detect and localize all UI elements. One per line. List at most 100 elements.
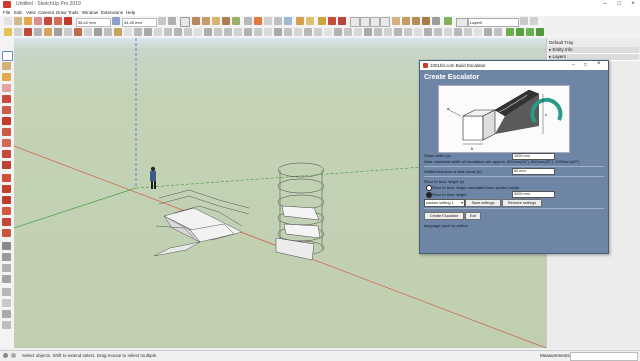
push-pull-icon[interactable]: [112, 17, 120, 25]
ext-tool-icon-40[interactable]: [394, 28, 402, 36]
ext-tool-icon-50[interactable]: [494, 28, 502, 36]
ext-tool-icon-34[interactable]: [334, 28, 342, 36]
ext-tool-icon-18[interactable]: [174, 28, 182, 36]
move-icon[interactable]: [2, 174, 11, 182]
component-icon[interactable]: [2, 62, 11, 70]
front-view-icon[interactable]: [370, 17, 380, 27]
zoom-window-icon[interactable]: [2, 321, 11, 329]
orbit-left-icon[interactable]: [2, 288, 11, 296]
ext-tool-icon-43[interactable]: [424, 28, 432, 36]
select-tool-icon[interactable]: [4, 17, 12, 25]
iso-view-icon[interactable]: [350, 17, 360, 27]
ext-tool-icon-44[interactable]: [434, 28, 442, 36]
orbit-icon[interactable]: [254, 17, 262, 25]
ext-tool-icon-2[interactable]: [14, 28, 22, 36]
menu-extensions[interactable]: Extensions: [101, 9, 123, 16]
freehand-icon[interactable]: [2, 106, 11, 114]
polygon-icon[interactable]: [2, 139, 11, 147]
hidden-line-icon[interactable]: [422, 17, 430, 25]
ext-tool-icon-23[interactable]: [224, 28, 232, 36]
close-button[interactable]: ×: [626, 0, 640, 9]
ext-tool-icon-20[interactable]: [194, 28, 202, 36]
scale-icon[interactable]: [2, 218, 11, 226]
ext-tool-icon-12[interactable]: [114, 28, 122, 36]
minimize-button[interactable]: –: [598, 0, 612, 9]
ext-tool-icon-22[interactable]: [214, 28, 222, 36]
dialog-minimize-button[interactable]: –: [572, 62, 575, 68]
ext-tool-icon-36[interactable]: [354, 28, 362, 36]
help-icon[interactable]: [11, 353, 16, 358]
move-tool-icon[interactable]: [158, 17, 166, 25]
make-component-icon[interactable]: [14, 17, 22, 25]
tape-icon[interactable]: [2, 242, 11, 250]
building-icon[interactable]: [212, 17, 220, 25]
ext-tool-icon-37[interactable]: [364, 28, 372, 36]
save-settings-button[interactable]: Save settings: [465, 199, 501, 207]
ext-tool-icon-31[interactable]: [304, 28, 312, 36]
ext-tool-icon-5[interactable]: [44, 28, 52, 36]
ext-tool-icon-24[interactable]: [234, 28, 242, 36]
top-view-icon[interactable]: [360, 17, 370, 27]
rect-icon[interactable]: [2, 117, 11, 125]
tray-panel-entity-info[interactable]: ▸ Entity Info: [549, 47, 639, 54]
ext-tool-icon-46[interactable]: [454, 28, 462, 36]
box-icon[interactable]: [202, 17, 210, 25]
ext-tool-icon-21[interactable]: [204, 28, 212, 36]
protractor-icon[interactable]: [2, 264, 11, 272]
pan-icon[interactable]: [264, 17, 272, 25]
layer-manager-icon[interactable]: [520, 17, 528, 25]
line-icon[interactable]: [2, 95, 11, 103]
green-tool-icon-1[interactable]: [506, 28, 514, 36]
ext-tool-icon-35[interactable]: [344, 28, 352, 36]
select-arrow-icon[interactable]: [2, 51, 13, 61]
ext-tool-icon-14[interactable]: [134, 28, 142, 36]
menu-file[interactable]: File: [3, 9, 10, 16]
eraser-icon[interactable]: [34, 17, 42, 25]
remove-settings-button[interactable]: Remove settings: [502, 199, 542, 207]
menu-edit[interactable]: Edit: [14, 9, 22, 16]
rotate-tool-icon[interactable]: [168, 17, 176, 25]
section-fill-icon[interactable]: [306, 17, 314, 25]
pie-icon[interactable]: [2, 161, 11, 169]
section-plane-icon[interactable]: [296, 17, 304, 25]
ext-tool-icon-25[interactable]: [244, 28, 252, 36]
rotate-icon[interactable]: [2, 196, 11, 204]
ext-tool-icon-42[interactable]: [414, 28, 422, 36]
ext-tool-icon-17[interactable]: [164, 28, 172, 36]
ext-tool-icon-49[interactable]: [484, 28, 492, 36]
green-tool-icon-3[interactable]: [526, 28, 534, 36]
wireframe-icon[interactable]: [412, 17, 420, 25]
ext-tool-icon-11[interactable]: [104, 28, 112, 36]
text-icon[interactable]: [2, 275, 11, 283]
line-tool-icon[interactable]: [44, 17, 52, 25]
floor-height-input[interactable]: 3000 mm: [512, 191, 555, 198]
ext-tool-icon-7[interactable]: [64, 28, 72, 36]
arc-tool-icon[interactable]: [54, 17, 62, 25]
ext-tool-icon-4[interactable]: [34, 28, 42, 36]
ext-tool-icon-28[interactable]: [274, 28, 282, 36]
circle-icon[interactable]: [2, 128, 11, 136]
pencil-icon[interactable]: [180, 17, 190, 27]
layer-select[interactable]: Layer0: [468, 18, 519, 27]
shaded-icon[interactable]: [432, 17, 440, 25]
back-edges-icon[interactable]: [402, 17, 410, 25]
right-view-icon[interactable]: [380, 17, 390, 27]
ext-tool-icon-29[interactable]: [284, 28, 292, 36]
house-icon[interactable]: [192, 17, 200, 25]
ext-tool-icon-19[interactable]: [184, 28, 192, 36]
dimension-field-2[interactable]: 34.45 mm: [122, 18, 157, 27]
maximize-button[interactable]: □: [612, 0, 626, 9]
ext-tool-icon-32[interactable]: [314, 28, 322, 36]
camera-icon[interactable]: [244, 17, 252, 25]
ext-tool-icon-13[interactable]: [124, 28, 132, 36]
rectangle-tool-icon[interactable]: [64, 17, 72, 25]
ext-tool-icon-15[interactable]: [144, 28, 152, 36]
textured-icon[interactable]: [444, 17, 452, 25]
ext-tool-icon-10[interactable]: [94, 28, 102, 36]
roof-icon[interactable]: [222, 17, 230, 25]
layout-icon[interactable]: [338, 17, 346, 25]
ext-tool-icon-45[interactable]: [444, 28, 452, 36]
ext-tool-icon-1[interactable]: [4, 28, 12, 36]
paint-icon[interactable]: [2, 73, 11, 81]
ext-tool-icon-48[interactable]: [474, 28, 482, 36]
